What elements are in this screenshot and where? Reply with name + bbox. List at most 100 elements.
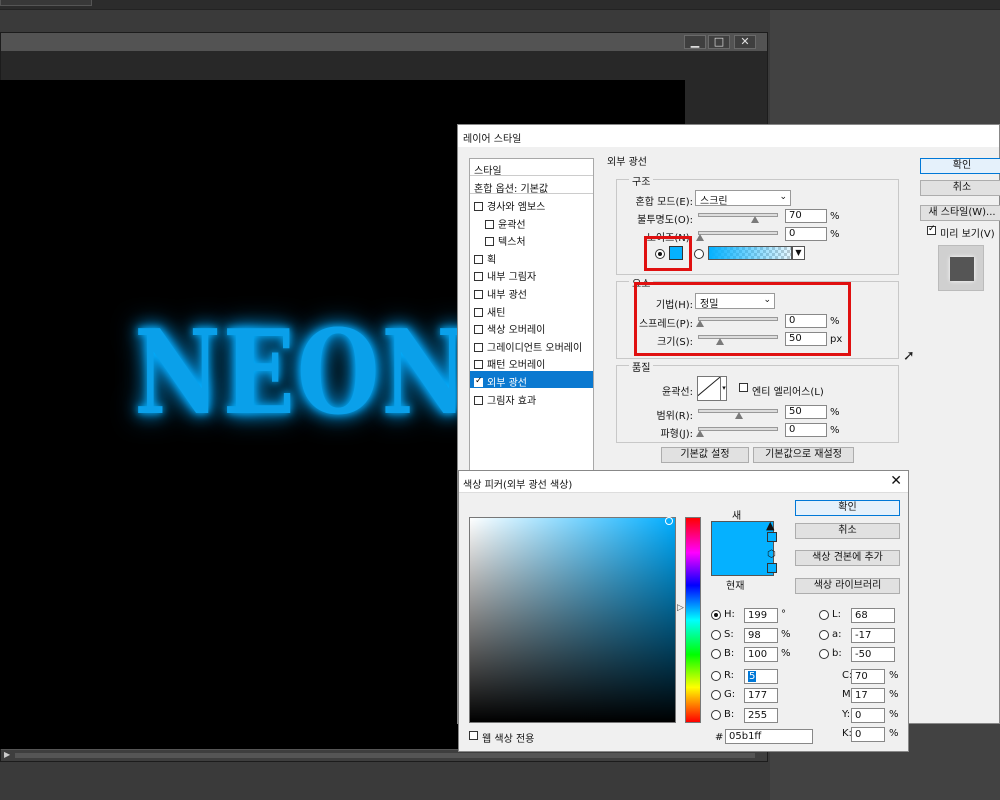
cube-icon[interactable]: ⬡ — [767, 549, 776, 560]
styles-header[interactable]: 스타일 — [470, 159, 593, 177]
cp-cancel-button[interactable]: 취소 — [795, 523, 900, 539]
color-value-field[interactable]: 0 — [851, 708, 885, 723]
color-value-field[interactable]: 100 — [744, 647, 778, 662]
color-value-field[interactable]: 98 — [744, 628, 778, 643]
saturation-brightness-field[interactable] — [469, 517, 676, 723]
reset-default-button[interactable]: 기본값으로 재설정 — [753, 447, 854, 463]
color-mode-radio[interactable] — [819, 610, 829, 620]
style-item[interactable]: 패턴 오버레이 — [470, 353, 593, 371]
color-libraries-button[interactable]: 색상 라이브러리 — [795, 578, 900, 594]
color-value-field[interactable]: 68 — [851, 608, 895, 623]
preview-checkbox[interactable] — [927, 224, 936, 235]
color-value-field[interactable]: 0 — [851, 727, 885, 742]
minimize-button[interactable]: ▁ — [684, 35, 706, 49]
gradient-dropdown-icon[interactable]: ▼ — [792, 246, 805, 260]
maximize-button[interactable]: □ — [708, 35, 730, 49]
color-value-field[interactable]: -17 — [851, 628, 895, 643]
color-field-label: Y: — [842, 709, 851, 720]
range-field[interactable]: 50 — [785, 405, 827, 419]
style-item[interactable]: 색상 오버레이 — [470, 318, 593, 336]
style-item[interactable]: 그레이디언트 오버레이 — [470, 336, 593, 354]
jitter-field[interactable]: 0 — [785, 423, 827, 437]
web-colors-checkbox[interactable] — [469, 731, 478, 740]
color-mode-radio[interactable] — [711, 671, 721, 681]
range-thumb[interactable] — [735, 412, 743, 419]
antialias-checkbox[interactable] — [739, 383, 748, 392]
style-item[interactable]: 텍스처 — [470, 230, 593, 248]
color-mode-radio[interactable] — [711, 610, 721, 620]
color-value-field[interactable]: -50 — [851, 647, 895, 662]
noise-thumb[interactable] — [696, 234, 704, 241]
new-style-button[interactable]: 새 스타일(W)... — [920, 205, 1000, 221]
color-mode-radio[interactable] — [711, 630, 721, 640]
gamut-swatch[interactable] — [767, 532, 777, 542]
style-item[interactable]: 획 — [470, 248, 593, 266]
scroll-left-icon[interactable]: ▶ — [4, 750, 10, 759]
style-item[interactable]: 새틴 — [470, 301, 593, 319]
blend-mode-label: 혼합 모드(E): — [635, 197, 693, 208]
style-item-label: 내부 광선 — [487, 290, 527, 301]
style-checkbox[interactable] — [485, 219, 494, 229]
color-value-field[interactable]: 255 — [744, 708, 778, 723]
color-marker[interactable] — [665, 517, 673, 525]
jitter-slider[interactable] — [696, 427, 778, 437]
range-slider[interactable] — [698, 409, 778, 419]
gradient-radio[interactable] — [694, 249, 704, 259]
opacity-field[interactable]: 70 — [785, 209, 827, 223]
opacity-slider[interactable] — [698, 213, 778, 223]
style-item[interactable]: 내부 그림자 — [470, 265, 593, 283]
color-field-unit: % — [889, 709, 899, 720]
hex-field[interactable]: 05b1ff — [725, 729, 813, 744]
color-mode-radio[interactable] — [819, 630, 829, 640]
style-checkbox[interactable] — [485, 237, 494, 247]
close-icon[interactable]: ✕ — [890, 473, 902, 489]
gradient-swatch[interactable] — [708, 246, 792, 260]
style-checkbox[interactable] — [474, 254, 483, 264]
color-mode-radio[interactable] — [819, 649, 829, 659]
color-mode-radio[interactable] — [711, 649, 721, 659]
color-value-field[interactable]: 177 — [744, 688, 778, 703]
style-checkbox[interactable] — [474, 395, 483, 405]
style-checkbox[interactable] — [474, 376, 483, 387]
opacity-thumb[interactable] — [751, 216, 759, 223]
style-item[interactable]: 윤곽선 — [470, 213, 593, 231]
warning-icon[interactable]: ▲ — [766, 519, 774, 532]
options-bar — [0, 0, 1000, 10]
style-checkbox[interactable] — [474, 202, 483, 211]
style-checkbox[interactable] — [474, 307, 483, 317]
hue-marker-icon[interactable]: ▷ — [677, 603, 684, 613]
color-mode-radio[interactable] — [711, 710, 721, 720]
options-checkbox[interactable] — [108, 0, 188, 6]
style-checkbox[interactable] — [474, 325, 483, 335]
scrollbar-track[interactable] — [15, 753, 755, 758]
color-value-field[interactable]: 199 — [744, 608, 778, 623]
make-default-button[interactable]: 기본값 설정 — [661, 447, 749, 463]
close-button[interactable]: ✕ — [734, 35, 756, 49]
options-dropdown[interactable] — [0, 0, 92, 6]
color-field-label: b: — [832, 648, 842, 659]
style-item[interactable]: 그림자 효과 — [470, 389, 593, 407]
style-item[interactable]: 외부 광선 — [470, 371, 593, 389]
style-checkbox[interactable] — [474, 360, 483, 370]
color-value-field[interactable]: 17 — [851, 688, 885, 703]
jitter-thumb[interactable] — [696, 430, 704, 437]
noise-field[interactable]: 0 — [785, 227, 827, 241]
cancel-button[interactable]: 취소 — [920, 180, 1000, 196]
color-value-field[interactable]: 5 — [744, 669, 778, 684]
add-to-swatches-button[interactable]: 색상 견본에 추가 — [795, 550, 900, 566]
noise-slider[interactable] — [696, 231, 778, 241]
color-mode-radio[interactable] — [711, 690, 721, 700]
style-checkbox[interactable] — [474, 290, 483, 299]
style-checkbox[interactable] — [474, 272, 483, 282]
web-safe-swatch[interactable] — [767, 563, 777, 573]
ok-button[interactable]: 확인 — [920, 158, 1000, 174]
color-value-field[interactable]: 70 — [851, 669, 885, 684]
style-item[interactable]: 내부 광선 — [470, 283, 593, 301]
hue-slider[interactable] — [685, 517, 701, 723]
cp-ok-button[interactable]: 확인 — [795, 500, 900, 516]
contour-picker[interactable]: ▾ — [697, 376, 727, 401]
style-item[interactable]: 경사와 엠보스 — [470, 195, 593, 213]
style-checkbox[interactable] — [474, 342, 483, 352]
blending-options[interactable]: 혼합 옵션: 기본값 — [470, 177, 593, 195]
blend-mode-select[interactable]: 스크린 ⌄ — [695, 190, 791, 207]
